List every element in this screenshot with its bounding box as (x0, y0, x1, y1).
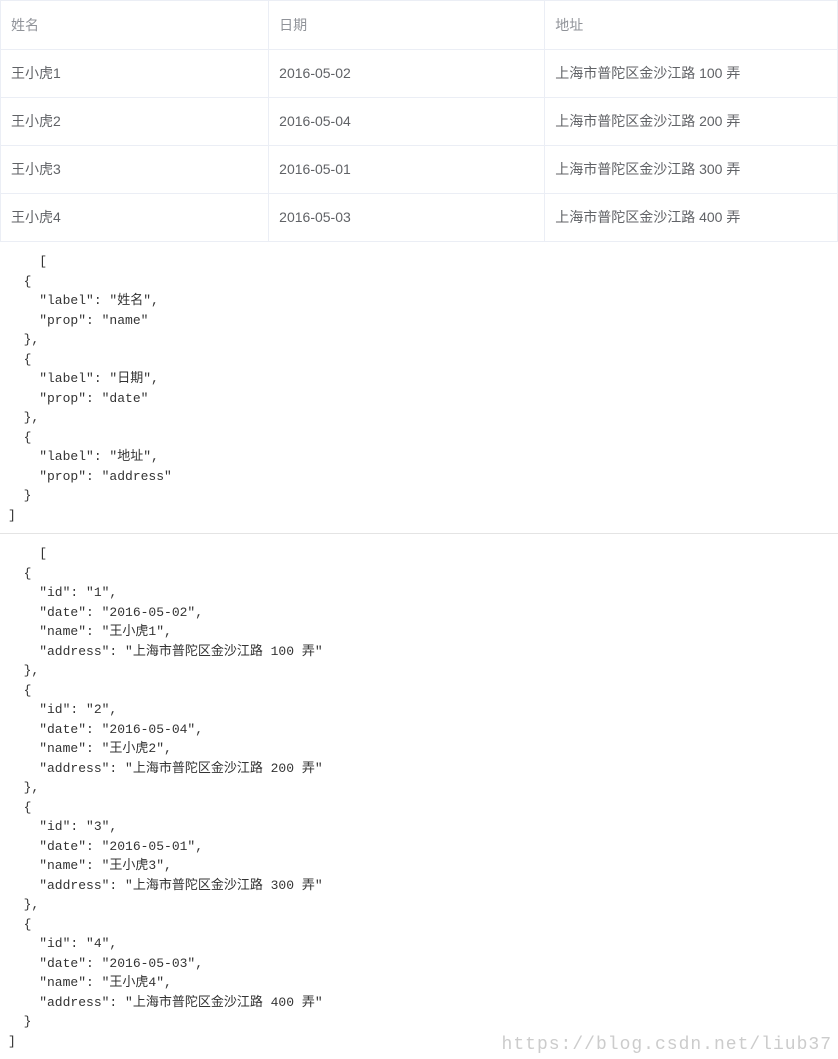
header-address: 地址 (545, 1, 838, 49)
cell-name: 王小虎1 (1, 49, 269, 97)
cell-address: 上海市普陀区金沙江路 300 弄 (545, 145, 838, 193)
cell-name: 王小虎2 (1, 97, 269, 145)
cell-address: 上海市普陀区金沙江路 100 弄 (545, 49, 838, 97)
cell-name: 王小虎3 (1, 145, 269, 193)
cell-date: 2016-05-02 (269, 49, 545, 97)
table-header-row: 姓名 日期 地址 (1, 1, 838, 49)
cell-address: 上海市普陀区金沙江路 200 弄 (545, 97, 838, 145)
table-row: 王小虎1 2016-05-02 上海市普陀区金沙江路 100 弄 (1, 49, 838, 97)
cell-date: 2016-05-04 (269, 97, 545, 145)
header-date: 日期 (269, 1, 545, 49)
table-row: 王小虎4 2016-05-03 上海市普陀区金沙江路 400 弄 (1, 193, 838, 241)
data-json-output: [ { "id": "1", "date": "2016-05-02", "na… (0, 534, 838, 1059)
cell-name: 王小虎4 (1, 193, 269, 241)
data-table: 姓名 日期 地址 王小虎1 2016-05-02 上海市普陀区金沙江路 100 … (0, 0, 838, 242)
header-name: 姓名 (1, 1, 269, 49)
table-row: 王小虎3 2016-05-01 上海市普陀区金沙江路 300 弄 (1, 145, 838, 193)
columns-json-output: [ { "label": "姓名", "prop": "name" }, { "… (0, 242, 838, 533)
table-row: 王小虎2 2016-05-04 上海市普陀区金沙江路 200 弄 (1, 97, 838, 145)
cell-date: 2016-05-01 (269, 145, 545, 193)
cell-address: 上海市普陀区金沙江路 400 弄 (545, 193, 838, 241)
cell-date: 2016-05-03 (269, 193, 545, 241)
